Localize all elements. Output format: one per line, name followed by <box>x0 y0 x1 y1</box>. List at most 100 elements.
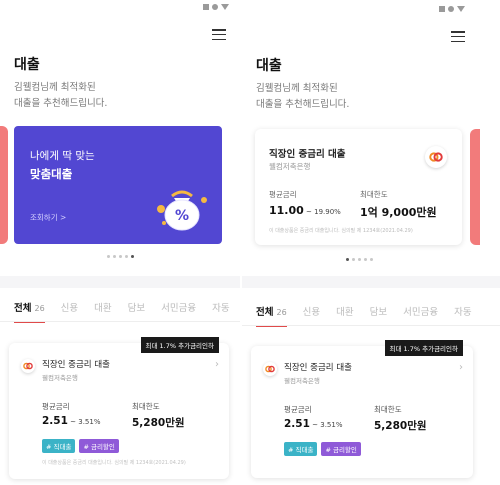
money-bag-icon: % <box>157 190 207 231</box>
tag-list: # 직대출 # 금리할인 <box>42 439 119 453</box>
indicator-dot <box>364 258 367 261</box>
carousel-next-card[interactable] <box>470 129 480 245</box>
subtitle-line-1: 김웰컴님께 최적화된 <box>256 83 338 94</box>
indicator-dot <box>119 255 122 258</box>
limit-value: 5,280만원 <box>132 417 185 429</box>
featured-rate-value: 11.00 ~ 19.90% <box>269 204 341 217</box>
tag-direct-loan: # 직대출 <box>42 439 76 453</box>
rate-range: ~ 3.51% <box>67 418 101 426</box>
bank-name: 웰컴저축은행 <box>42 374 78 382</box>
limit-label: 최대한도 <box>132 402 160 411</box>
tab-underline <box>0 321 240 322</box>
disclaimer-note: 이 대출상품은 중금리 대출입니다. 심의필 제 1234호(2021.04.2… <box>42 460 186 466</box>
tab-all-label: 전체 <box>14 303 32 314</box>
tab-all[interactable]: 전체 26 <box>256 304 287 327</box>
featured-bank-name: 웰컴저축은행 <box>269 162 311 171</box>
featured-limit-label: 최대한도 <box>360 190 388 199</box>
menu-icon[interactable] <box>451 31 465 42</box>
signal-icon <box>203 4 209 10</box>
indicator-dot <box>107 255 110 258</box>
tab-credit[interactable]: 신용 <box>303 304 320 327</box>
featured-loan-name: 직장인 중금리 대출 <box>269 149 346 160</box>
signal-icon <box>439 6 445 12</box>
chevron-right-icon: › <box>459 362 463 373</box>
tab-refinance[interactable]: 대환 <box>336 304 353 327</box>
wifi-icon <box>221 4 229 10</box>
tab-all-label: 전체 <box>256 307 274 318</box>
carousel-indicator <box>107 255 134 258</box>
tag-direct-loan: # 직대출 <box>284 442 318 456</box>
screen-left: 대출 김웰컴님께 최적화된 대출을 추천해드립니다. 나에게 딱 맞는 맞춤대출… <box>0 0 240 485</box>
record-icon <box>448 6 454 12</box>
tag-rate-discount: # 금리할인 <box>79 439 119 453</box>
loan-name: 직장인 중금리 대출 <box>284 363 352 373</box>
rate-discount-badge: 최대 1.7% 추가금리인하 <box>384 340 463 356</box>
tab-public-finance[interactable]: 서민금융 <box>161 300 196 323</box>
section-divider <box>242 276 500 288</box>
page-title: 대출 <box>256 58 282 74</box>
bank-logo-icon <box>263 362 277 376</box>
tab-underline <box>242 325 500 326</box>
rate-range: ~ 3.51% <box>309 421 343 429</box>
rate-discount-badge: 최대 1.7% 추가금리인하 <box>140 337 219 353</box>
section-divider <box>0 276 240 288</box>
tab-all-count: 26 <box>34 304 45 313</box>
indicator-dot-active <box>131 255 134 258</box>
featured-rate-label: 평균금리 <box>269 190 297 199</box>
tab-auto[interactable]: 자동 <box>212 300 229 323</box>
tab-auto[interactable]: 자동 <box>454 304 471 327</box>
page-subtitle: 김웰컴님께 최적화된 대출을 추천해드립니다. <box>14 80 214 112</box>
rate-main: 2.51 <box>42 415 68 427</box>
carousel-indicator <box>346 258 373 261</box>
featured-rate-range: ~ 19.90% <box>303 208 341 216</box>
rate-value: 2.51 ~ 3.51% <box>42 415 100 427</box>
rate-main: 2.51 <box>284 418 310 430</box>
bank-name: 웰컴저축은행 <box>284 377 320 385</box>
featured-rate-main: 11.00 <box>269 204 304 217</box>
carousel-prev-card[interactable] <box>0 126 8 244</box>
indicator-dot <box>370 258 373 261</box>
subtitle-line-1: 김웰컴님께 최적화된 <box>14 82 96 93</box>
status-bar-icons <box>439 6 465 12</box>
tab-refinance[interactable]: 대환 <box>94 300 111 323</box>
record-icon <box>212 4 218 10</box>
tab-credit[interactable]: 신용 <box>61 300 78 323</box>
featured-loan-card[interactable]: 직장인 중금리 대출 웰컴저축은행 평균금리 11.00 ~ 19.90% 최대… <box>255 129 462 245</box>
rate-label: 평균금리 <box>42 402 70 411</box>
subtitle-line-2: 대출을 추천해드립니다. <box>14 98 108 109</box>
indicator-dot <box>125 255 128 258</box>
bank-logo-icon <box>425 146 447 168</box>
tab-secured[interactable]: 담보 <box>370 304 387 327</box>
screen-right: 대출 김웰컴님께 최적화된 대출을 추천해드립니다. 직장인 중금리 대출 웰컴… <box>242 0 500 485</box>
svg-text:%: % <box>175 208 189 224</box>
indicator-dot <box>352 258 355 261</box>
limit-value: 5,280만원 <box>374 420 427 432</box>
promo-banner[interactable]: 나에게 딱 맞는 맞춤대출 조회하기 > % <box>14 126 222 244</box>
subtitle-line-2: 대출을 추천해드립니다. <box>256 99 350 110</box>
loan-card[interactable]: 최대 1.7% 추가금리인하 직장인 중금리 대출 웰컴저축은행 › 평균금리 … <box>251 340 473 478</box>
bank-logo-icon <box>21 359 35 373</box>
indicator-dot-active <box>346 258 349 261</box>
tag-rate-discount: # 금리할인 <box>321 442 361 456</box>
tab-secured[interactable]: 담보 <box>128 300 145 323</box>
category-tabs: 전체 26 신용 대환 담보 서민금융 자동 <box>256 304 488 327</box>
loan-card[interactable]: 최대 1.7% 추가금리인하 직장인 중금리 대출 웰컴저축은행 › 평균금리 … <box>9 337 229 479</box>
tab-public-finance[interactable]: 서민금융 <box>403 304 438 327</box>
chevron-right-icon: › <box>215 359 219 370</box>
status-bar-icons <box>203 4 229 10</box>
promo-line-1: 나에게 딱 맞는 <box>30 150 95 162</box>
limit-label: 최대한도 <box>374 405 402 414</box>
indicator-dot <box>358 258 361 261</box>
indicator-dot <box>113 255 116 258</box>
page-title: 대출 <box>14 57 40 73</box>
category-tabs: 전체 26 신용 대환 담보 서민금융 자동 <box>14 300 240 323</box>
tab-all[interactable]: 전체 26 <box>14 300 45 323</box>
promo-link[interactable]: 조회하기 > <box>30 212 66 223</box>
rate-label: 평균금리 <box>284 405 312 414</box>
featured-disclaimer: 이 대출상품은 중금리 대출입니다. 심의필 제 1234호(2021.04.2… <box>269 228 413 234</box>
tag-list: # 직대출 # 금리할인 <box>284 442 361 456</box>
loan-name: 직장인 중금리 대출 <box>42 360 110 370</box>
wifi-icon <box>457 6 465 12</box>
page-subtitle: 김웰컴님께 최적화된 대출을 추천해드립니다. <box>256 81 456 113</box>
menu-icon[interactable] <box>212 29 226 40</box>
